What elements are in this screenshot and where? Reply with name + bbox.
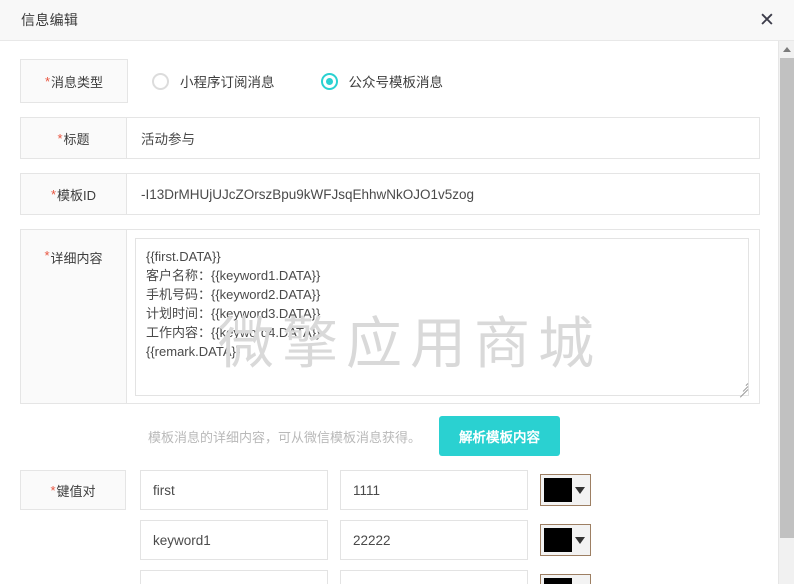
scroll-up-arrow-icon[interactable] (779, 41, 794, 57)
radio-option-mini-program-label: 小程序订阅消息 (180, 75, 275, 90)
required-marker: * (50, 186, 57, 202)
dialog-body: 微擎应用商城 * 消息类型 小程序订阅消息 公众号模板消息 * 标题 活动参与 … (0, 41, 794, 584)
keyvalue-key-input[interactable]: keyword2 (140, 570, 328, 584)
title-row: * 标题 活动参与 (20, 117, 760, 159)
scrollbar-thumb[interactable] (780, 58, 794, 538)
template-id-label: * 模板ID (21, 174, 127, 214)
keyvalue-inputs-2: keyword1 22222 (140, 520, 591, 560)
required-marker: * (57, 130, 63, 146)
message-type-label: * 消息类型 (20, 59, 128, 103)
radio-option-official-account-label: 公众号模板消息 (348, 75, 444, 90)
keyvalue-row-3: keyword2 2019-10-28 (20, 570, 760, 584)
parse-template-button[interactable]: 解析模板内容 (439, 416, 561, 456)
keyvalue-value-input[interactable]: 2019-10-28 (340, 570, 528, 584)
message-type-label-text: 消息类型 (51, 74, 104, 90)
keyvalue-row-1: * 键值对 first 1111 (20, 470, 760, 510)
hint-row: 模板消息的详细内容，可从微信模板消息获得。 解析模板内容 (126, 416, 774, 456)
detail-content-label: * 详细内容 (21, 230, 127, 403)
title-label-text: 标题 (63, 131, 90, 147)
detail-content-label-text: 详细内容 (50, 251, 103, 266)
detail-content-textarea-wrap: {{first.DATA}} 客户名称：{{keyword1.DATA}} 手机… (127, 230, 759, 403)
hint-text: 模板消息的详细内容，可从微信模板消息获得。 (148, 429, 422, 445)
color-swatch (544, 528, 572, 552)
keyvalue-inputs-1: first 1111 (140, 470, 591, 510)
message-type-row: * 消息类型 小程序订阅消息 公众号模板消息 (20, 59, 760, 103)
title-label: * 标题 (21, 118, 127, 158)
radio-icon-checked[interactable] (320, 72, 338, 90)
dialog-header: 信息编辑 ✕ (0, 0, 794, 41)
chevron-down-icon[interactable] (575, 536, 585, 544)
title-input[interactable]: 活动参与 (127, 118, 759, 158)
keyvalue-value-input[interactable]: 22222 (340, 520, 528, 560)
close-icon[interactable]: ✕ (754, 7, 780, 33)
required-marker: * (44, 248, 50, 263)
detail-content-textarea[interactable]: {{first.DATA}} 客户名称：{{keyword1.DATA}} 手机… (135, 238, 749, 396)
template-id-input[interactable]: -I13DrMHUjUJcZOrszBpu9kWFJsqEhhwNkOJO1v5… (127, 174, 759, 214)
template-id-label-text: 模板ID (57, 187, 97, 203)
keyvalue-label: * 键值对 (20, 470, 126, 510)
keyvalue-label-spacer (20, 570, 126, 584)
color-picker[interactable] (540, 574, 591, 584)
radio-option-official-account[interactable]: 公众号模板消息 (320, 71, 444, 91)
vertical-scrollbar[interactable] (778, 41, 794, 584)
keyvalue-value-input[interactable]: 1111 (340, 470, 528, 510)
color-picker[interactable] (540, 524, 591, 556)
required-marker: * (44, 73, 51, 89)
keyvalue-inputs-3: keyword2 2019-10-28 (140, 570, 591, 584)
radio-icon-unchecked[interactable] (152, 72, 169, 90)
color-swatch (544, 478, 572, 502)
color-swatch (544, 578, 572, 584)
keyvalue-row-2: keyword1 22222 (20, 520, 760, 560)
template-id-row: * 模板ID -I13DrMHUjUJcZOrszBpu9kWFJsqEhhwNk… (20, 173, 760, 215)
detail-content-row: * 详细内容 {{first.DATA}} 客户名称：{{keyword1.DAT… (20, 229, 760, 404)
required-marker: * (50, 482, 56, 498)
keyvalue-label-spacer (20, 520, 126, 560)
keyvalue-key-input[interactable]: first (140, 470, 328, 510)
dialog-title: 信息编辑 (21, 12, 79, 28)
color-picker[interactable] (540, 474, 591, 506)
keyvalue-block: * 键值对 first 1111 keyword1 22222 (20, 470, 760, 584)
keyvalue-key-input[interactable]: keyword1 (140, 520, 328, 560)
radio-option-mini-program[interactable]: 小程序订阅消息 (152, 71, 275, 91)
keyvalue-label-text: 键值对 (56, 483, 96, 499)
message-type-options: 小程序订阅消息 公众号模板消息 (128, 59, 760, 103)
chevron-down-icon[interactable] (575, 486, 585, 494)
info-edit-dialog: 信息编辑 ✕ 微擎应用商城 * 消息类型 小程序订阅消息 公众号模板消息 * 标… (0, 0, 794, 584)
